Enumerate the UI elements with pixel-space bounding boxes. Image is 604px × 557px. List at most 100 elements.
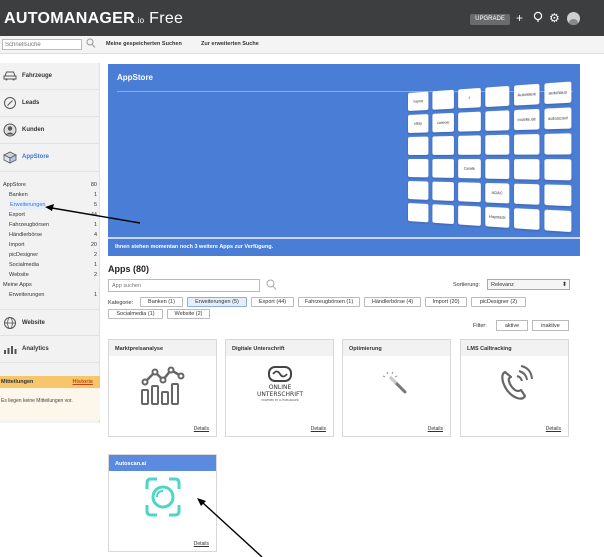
list-item[interactable]: Export 44 [0,210,100,220]
app-card-title: Marktpreisanalyse [109,340,216,356]
target-icon [3,96,17,110]
sidebar-item-analytics[interactable]: Analytics [0,336,100,363]
app-logo-tile [544,184,572,207]
app-logo-tile: f [458,87,481,109]
sidebar-item-appstore[interactable]: AppStore [0,144,100,172]
app-logo-tile [485,110,510,131]
history-link[interactable]: Historie [73,376,93,388]
app-card-autoscan[interactable]: Autoscan.ai Details [108,454,217,552]
app-search-input[interactable] [108,279,260,292]
list-item[interactable]: Socialmedia 1 [0,260,100,270]
logo-line-1: ONLINE [269,384,292,391]
gear-icon[interactable]: ⚙ [549,11,560,25]
details-link[interactable]: Details [546,426,561,432]
banner-footer: Ihnen stehen momentan noch 3 weitere App… [108,237,580,256]
app-logo-tile: eBay [408,114,429,133]
app-logo-tile: hayrat [408,91,429,111]
box-icon [3,150,17,164]
app-logo-tile [458,111,481,132]
app-card-marktpreisanalyse[interactable]: Marktpreisanalyse Details [108,339,217,437]
app-logo-tile [408,136,429,155]
list-item[interactable]: Händlerbörse 4 [0,230,100,240]
app-logo-tile [485,159,510,180]
quick-search-input[interactable] [2,39,82,50]
category-chip-export[interactable]: Export (44) [251,297,294,307]
sidebar-item-label: Website [22,320,45,326]
category-chip-import[interactable]: Import (20) [425,297,467,307]
app-card-title: Digitale Unterschrift [226,340,333,356]
app-card-title: Optimierung [343,340,450,356]
list-item[interactable]: picDesigner 2 [0,250,100,260]
app-logo-tile [432,135,454,155]
filter-active-button[interactable]: aktive [496,320,528,331]
category-chip-haendlerboerse[interactable]: Händlerbörse (4) [364,297,421,307]
app-logo-tile: Haystack [485,206,510,228]
details-link[interactable]: Details [194,426,209,432]
app-logo-tile [458,205,481,226]
app-logo-tile: autoscout [544,107,572,130]
upgrade-button[interactable]: UPGRADE [470,14,510,25]
bar-chart-icon [3,342,17,356]
list-item[interactable]: Fahrzeugbörsen 1 [0,220,100,230]
help-icon[interactable] [533,11,543,27]
list-item-selected[interactable]: Erweiterungen 5 [0,200,100,210]
app-logo-tile [432,181,454,202]
list-item[interactable]: Import 20 [0,240,100,250]
app-logo-tile [408,159,429,178]
category-chip-picdesigner[interactable]: picDesigner (2) [471,297,526,307]
sidebar-item-label: Kunden [22,127,45,133]
details-link[interactable]: Details [311,426,326,432]
app-card-optimierung[interactable]: Optimierung Details [342,339,451,437]
list-item[interactable]: Erweiterungen 1 [0,290,100,300]
app-card-title: LMS Calltracking [461,340,568,356]
list-item[interactable]: Banken 1 [0,190,100,200]
app-card-lms-calltracking[interactable]: LMS Calltracking Details [460,339,569,437]
details-link[interactable]: Details [428,426,443,432]
list-item[interactable]: Meine Apps [0,280,100,290]
app-logo-tile: Carafe [458,159,481,179]
app-logo-tile [408,181,429,200]
search-icon[interactable] [86,38,96,52]
category-chip-fahrzeugboersen[interactable]: Fahrzeugbörsen (1) [298,297,360,307]
search-icon[interactable] [266,279,277,294]
app-logo-tile [458,182,481,203]
logo-line-3: POWERED BY AUTOMANAGER [261,398,298,402]
sidebar: Fahrzeuge Leads Kunden AppStore AppStore… [0,63,100,423]
chevron-updown-icon: ⬍ [561,282,567,288]
brand-logo[interactable]: AUTOMANAGER.io Free [4,10,183,28]
app-logo-tile [514,183,540,205]
plus-icon[interactable]: + [516,11,523,25]
notifications-empty-text: Es liegen keine Mitteilungen vor. [0,388,100,420]
market-chart-icon [139,362,187,407]
online-signature-logo: ONLINE UNTERSCHRIFT POWERED BY AUTOMANAG… [246,362,314,407]
list-item[interactable]: AppStore 80 [0,180,100,190]
banner-title: AppStore [117,73,153,82]
advanced-search-link[interactable]: Zur erweiterten Suche [201,41,259,47]
filter-inactive-button[interactable]: inaktive [532,320,569,331]
wand-icon [373,362,421,407]
category-chip-erweiterungen[interactable]: Erweiterungen (5) [187,297,247,307]
app-logo-tile [408,203,429,223]
category-chip-banken[interactable]: Banken (1) [140,297,183,307]
app-logo-tile [458,135,481,155]
app-logo-tile [485,85,510,108]
app-card-title: Autoscan.ai [109,455,216,471]
app-card-digitale-unterschrift[interactable]: Digitale Unterschrift ONLINE UNTERSCHRIF… [225,339,334,437]
category-chip-website[interactable]: Website (2) [167,309,210,319]
sidebar-item-label: Fahrzeuge [22,73,53,79]
sidebar-item-label: Leads [22,100,40,106]
sidebar-item-website[interactable]: Website [0,309,100,336]
details-link[interactable]: Details [194,541,209,547]
sidebar-item-kunden[interactable]: Kunden [0,117,100,144]
app-logo-tile: autohaus [544,81,572,105]
sidebar-item-fahrzeuge[interactable]: Fahrzeuge [0,63,100,90]
user-avatar[interactable] [567,12,580,25]
person-icon [3,123,17,137]
category-chip-socialmedia[interactable]: Socialmedia (1) [108,309,163,319]
sort-select[interactable]: Relevanz ⬍ [487,279,570,290]
sidebar-item-leads[interactable]: Leads [0,90,100,117]
list-item[interactable]: Website 2 [0,270,100,280]
app-logo-tile [544,133,572,155]
app-logo-tile [432,204,454,225]
saved-searches-link[interactable]: Meine gespeicherten Suchen [106,41,182,47]
